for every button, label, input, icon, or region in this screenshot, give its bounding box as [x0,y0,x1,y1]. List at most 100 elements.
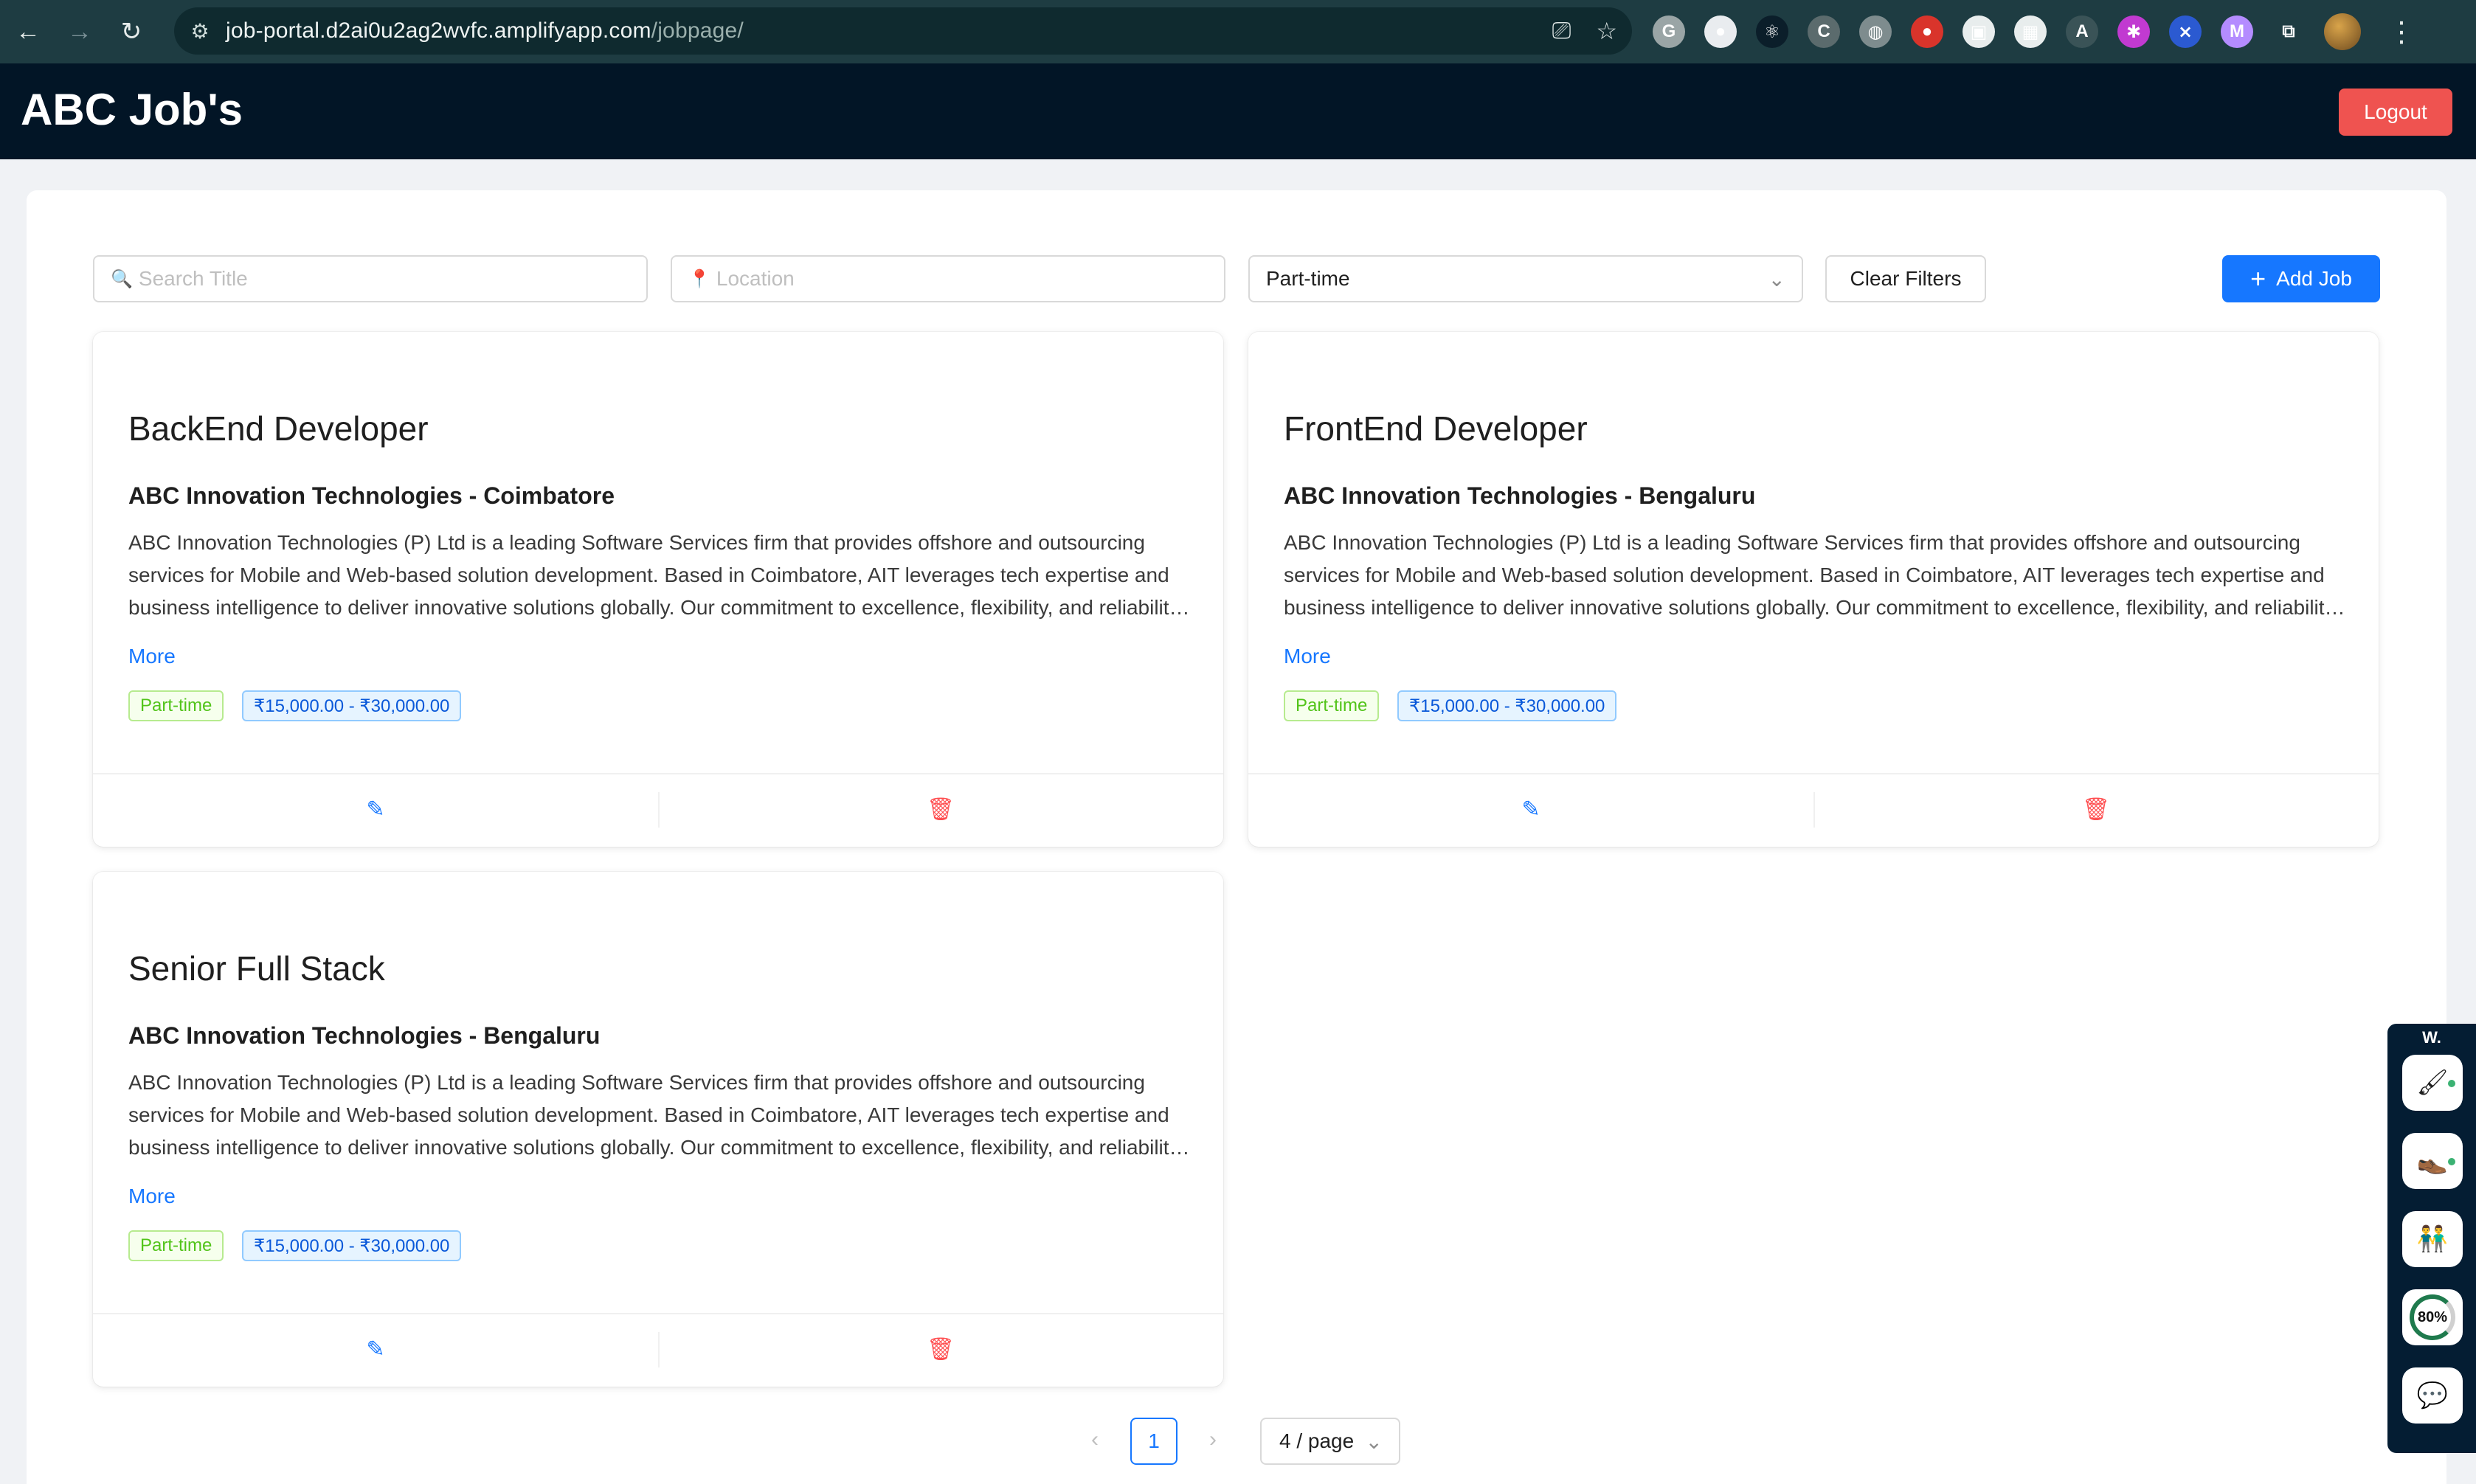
company-location: ABC Innovation Technologies - Bengaluru [128,1022,601,1049]
plus-icon: + [2250,263,2266,294]
delete-button[interactable]: 🗑 [658,1314,1223,1384]
location-input[interactable]: 📍 Location [671,255,1225,302]
widget-chat-button[interactable]: 💬 [2402,1367,2463,1424]
reload-button[interactable]: ↻ [108,8,155,55]
edit-pencil-icon: ✎ [366,797,385,822]
profile-avatar[interactable] [2324,13,2361,50]
reload-icon: ↻ [120,18,142,46]
mail-extension-icon[interactable]: M [2221,15,2253,48]
extension-circle-icon[interactable]: ● [1704,15,1737,48]
salary-tag: ₹15,000.00 - ₹30,000.00 [242,1230,462,1261]
react-devtools-icon[interactable]: ⚛ [1756,15,1788,48]
url-path: /jobpage/ [651,18,744,43]
chat-icon: 💬 [2416,1381,2449,1410]
qr-code-icon[interactable]: ▦ [2014,15,2047,48]
job-card: FrontEnd Developer ABC Innovation Techno… [1248,332,2379,847]
more-vert-icon[interactable]: ⋮ [2387,15,2416,49]
more-link[interactable]: More [128,645,176,668]
job-title: BackEnd Developer [128,409,429,448]
grammarly-icon[interactable]: G [1653,15,1685,48]
install-app-icon[interactable]: ⎚ [1552,17,1571,45]
add-job-button[interactable]: + Add Job [2222,255,2380,302]
job-description: ABC Innovation Technologies (P) Ltd is a… [128,531,1180,619]
clear-filters-button[interactable]: Clear Filters [1825,255,1986,302]
people-icon: 👬 [2416,1225,2449,1253]
blue-stitch-icon[interactable]: ⨯ [2169,15,2202,48]
job-title: FrontEnd Developer [1284,409,1588,448]
job-title: Senior Full Stack [128,949,385,988]
page-size-value: 4 / page [1279,1429,1355,1452]
job-type-tag: Part-time [1284,690,1380,721]
status-dot-icon [2448,1080,2455,1087]
shoe-icon: 👞 [2416,1147,2449,1175]
search-title-input[interactable]: 🔍 Search Title [93,255,648,302]
widget-label: W. [2422,1028,2441,1047]
add-job-label: Add Job [2276,267,2352,290]
app-header: ABC Job's Logout [0,63,2476,159]
location-placeholder: Location [716,267,795,290]
card-actions: ✎ 🗑 [93,1313,1223,1384]
card-actions: ✎ 🗑 [1248,773,2379,844]
arrow-left-icon: ← [15,17,41,46]
chevron-down-icon: ⌄ [1365,1430,1383,1453]
widget-people-button[interactable]: 👬 [2402,1211,2463,1267]
status-dot-icon [2448,1158,2455,1165]
job-description: ABC Innovation Technologies (P) Ltd is a… [128,1071,1180,1159]
extension-c-icon[interactable]: C [1808,15,1840,48]
site-settings-icon[interactable]: ⚙ [174,19,226,44]
company-location: ABC Innovation Technologies - Bengaluru [1284,482,1756,509]
widget-shoe-button[interactable]: 👞 [2402,1133,2463,1189]
delete-button[interactable]: 🗑 [1813,774,2379,844]
search-icon: 🔍 [111,268,133,289]
edit-pencil-icon: ✎ [366,1336,385,1362]
next-page-button[interactable]: › [1191,1418,1235,1462]
bookmark-star-icon[interactable]: ☆ [1596,17,1617,45]
url-text[interactable]: job-portal.d2ai0u2ag2wvfc.amplifyapp.com… [226,18,744,44]
job-card: Senior Full Stack ABC Innovation Technol… [93,872,1223,1387]
floating-widget: W. 🖌 👞 👬 80% 💬 [2387,1024,2476,1453]
gear-pink-icon[interactable]: ✱ [2117,15,2150,48]
edit-pencil-icon: ✎ [1521,797,1540,822]
chevron-left-icon: ‹ [1091,1427,1099,1452]
widget-progress-button[interactable]: 80% [2402,1289,2463,1345]
salary-tag: ₹15,000.00 - ₹30,000.00 [1397,690,1617,721]
chevron-down-icon: ⌄ [1768,268,1785,291]
app-title: ABC Job's [21,85,243,134]
search-placeholder: Search Title [138,267,248,290]
job-type-value: Part-time [1266,267,1350,290]
edit-button[interactable]: ✎ [93,774,658,844]
job-type-select[interactable]: Part-time ⌄ [1248,255,1803,302]
edit-button[interactable]: ✎ [1248,774,1813,844]
chevron-right-icon: › [1209,1427,1217,1452]
edit-button[interactable]: ✎ [93,1314,658,1384]
red-shield-icon[interactable]: ● [1911,15,1943,48]
puzzle-icon[interactable]: ⧉ [2272,15,2305,48]
globe-icon[interactable]: ◍ [1859,15,1892,48]
window-extension-icon[interactable]: ▣ [1963,15,1995,48]
job-type-tag: Part-time [128,1230,224,1261]
salary-tag: ₹15,000.00 - ₹30,000.00 [242,690,462,721]
more-link[interactable]: More [1284,645,1331,668]
page-1-button[interactable]: 1 [1130,1418,1178,1465]
widget-brush-button[interactable]: 🖌 [2402,1055,2463,1111]
url-host: job-portal.d2ai0u2ag2wvfc.amplifyapp.com [226,18,651,43]
a-circle-icon[interactable]: A [2066,15,2098,48]
browser-toolbar: ← → ↻ ⚙ job-portal.d2ai0u2ag2wvfc.amplif… [0,0,2476,63]
card-actions: ✎ 🗑 [93,773,1223,844]
logout-button[interactable]: Logout [2339,89,2452,136]
trash-icon: 🗑 [926,1336,955,1362]
page-size-select[interactable]: 4 / page ⌄ [1260,1418,1400,1465]
brush-icon: 🖌 [2416,1069,2449,1097]
more-link[interactable]: More [128,1185,176,1208]
arrow-right-icon: → [67,17,92,46]
location-pin-icon: 📍 [688,268,710,289]
progress-ring: 80% [2410,1294,2455,1340]
delete-button[interactable]: 🗑 [658,774,1223,844]
prev-page-button[interactable]: ‹ [1073,1418,1117,1462]
job-card: BackEnd Developer ABC Innovation Technol… [93,332,1223,847]
address-bar[interactable]: ⚙ job-portal.d2ai0u2ag2wvfc.amplifyapp.c… [174,7,1632,55]
forward-button[interactable]: → [56,8,103,55]
extensions-bar: G ● ⚛ C ◍ ● ▣ ▦ A ✱ ⨯ M ⧉ ⋮ [1653,10,2416,53]
back-button[interactable]: ← [4,8,52,55]
trash-icon: 🗑 [926,797,955,822]
